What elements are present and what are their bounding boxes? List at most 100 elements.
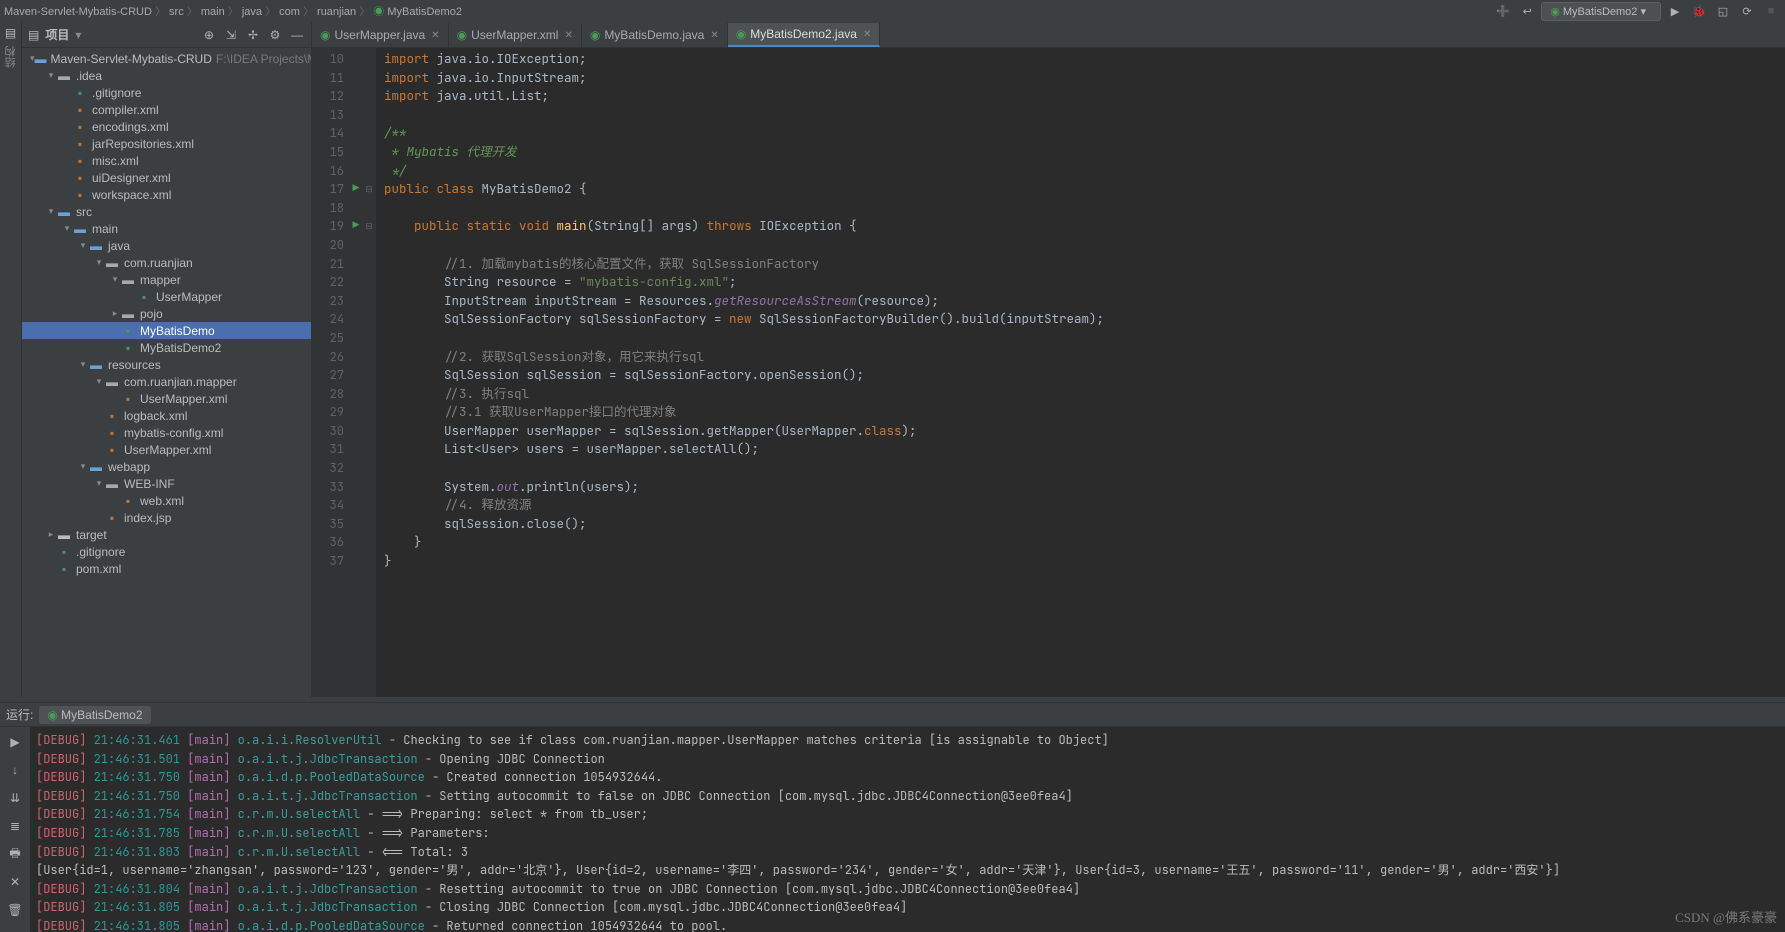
nav-back-icon[interactable]: ↩ — [1517, 1, 1537, 21]
close-icon[interactable]: ✕ — [710, 30, 718, 41]
tree-icon: ▪ — [104, 409, 120, 423]
tree-item[interactable]: ▾▬WEB-INF — [22, 475, 311, 492]
clear-icon[interactable]: ✕ — [4, 871, 26, 893]
tree-item[interactable]: ▾▬mapper — [22, 271, 311, 288]
tree-item[interactable]: ▾▬resources — [22, 356, 311, 373]
tree-item[interactable]: ▪compiler.xml — [22, 101, 311, 118]
tree-item[interactable]: ▾▬Maven-Servlet-Mybatis-CRUDF:\IDEA Proj… — [22, 50, 311, 67]
collapse-all-icon[interactable]: ✢ — [245, 27, 261, 43]
tree-icon: ▬ — [120, 307, 136, 321]
debug-icon[interactable]: 🐞 — [1689, 1, 1709, 21]
tree-item[interactable]: ▪UserMapper.xml — [22, 441, 311, 458]
tree-item[interactable]: ▪UserMapper — [22, 288, 311, 305]
file-icon: ◉ — [320, 28, 330, 42]
tree-item[interactable]: ▪web.xml — [22, 492, 311, 509]
tree-item[interactable]: ▪pom.xml — [22, 560, 311, 577]
expand-all-icon[interactable]: ⇲ — [223, 27, 239, 43]
run-label: 运行: — [6, 706, 33, 723]
tree-icon: ▪ — [104, 426, 120, 440]
run-gutter[interactable]: ▶▶ — [350, 48, 362, 697]
breadcrumb-item[interactable]: com — [279, 6, 300, 18]
tree-item[interactable]: ▸▬pojo — [22, 305, 311, 322]
breadcrumb-bar: Maven-Servlet-Mybatis-CRUD 〉 src 〉 main … — [0, 0, 1785, 22]
run-toolbar: ▶ ↓ ⇊ ≣ 🖶 ✕ 🗑 — [0, 727, 30, 932]
stop-run-icon[interactable]: ↓ — [4, 759, 26, 781]
trash-icon[interactable]: 🗑 — [4, 899, 26, 921]
stop-icon[interactable]: ■ — [1761, 1, 1781, 21]
tree-item[interactable]: ▾▬webapp — [22, 458, 311, 475]
editor-tab[interactable]: ◉MyBatisDemo.java✕ — [582, 23, 728, 47]
breadcrumb-item[interactable]: java — [242, 6, 262, 18]
rerun-icon[interactable]: ▶ — [4, 731, 26, 753]
code-editor[interactable]: 10 11 12 13 14 15 16 17 18 19 20 21 22 2… — [312, 48, 1785, 697]
tree-item[interactable]: ▾▬com.ruanjian.mapper — [22, 373, 311, 390]
tree-icon: ▬ — [72, 222, 88, 236]
tree-item[interactable]: ▾▬com.ruanjian — [22, 254, 311, 271]
tree-item[interactable]: ▪logback.xml — [22, 407, 311, 424]
tree-item[interactable]: ▪misc.xml — [22, 152, 311, 169]
tree-item[interactable]: ▪MyBatisDemo — [22, 322, 311, 339]
tree-item[interactable]: ▪index.jsp — [22, 509, 311, 526]
line-numbers: 10 11 12 13 14 15 16 17 18 19 20 21 22 2… — [312, 48, 350, 697]
tree-icon: ▬ — [104, 375, 120, 389]
fold-gutter[interactable]: ⊟⊟ — [362, 48, 376, 697]
run-icon[interactable]: ▶ — [1665, 1, 1685, 21]
tree-item[interactable]: ▾▬main — [22, 220, 311, 237]
project-tool-icon[interactable]: ▤ — [5, 26, 16, 40]
run-config-dropdown[interactable]: ◉ MyBatisDemo2 ▾ — [1541, 2, 1661, 21]
breadcrumb-item[interactable]: src — [169, 6, 184, 18]
tree-icon: ▪ — [72, 120, 88, 134]
close-icon[interactable]: ✕ — [564, 30, 572, 41]
editor-tab[interactable]: ◉UserMapper.java✕ — [312, 23, 449, 47]
run-config-tab[interactable]: ◉ MyBatisDemo2 — [39, 706, 150, 724]
tree-item[interactable]: ▪encodings.xml — [22, 118, 311, 135]
scroll-end-icon[interactable]: ⇊ — [4, 787, 26, 809]
breadcrumb-item[interactable]: main — [201, 6, 225, 18]
tree-item[interactable]: ▪MyBatisDemo2 — [22, 339, 311, 356]
breadcrumb-item[interactable]: Maven-Servlet-Mybatis-CRUD — [4, 6, 152, 18]
coverage-icon[interactable]: ◱ — [1713, 1, 1733, 21]
tree-icon: ▪ — [104, 443, 120, 457]
tree-item[interactable]: ▪UserMapper.xml — [22, 390, 311, 407]
print-icon[interactable]: 🖶 — [4, 843, 26, 865]
close-icon[interactable]: ✕ — [431, 30, 439, 41]
tree-item[interactable]: ▪.gitignore — [22, 543, 311, 560]
tree-item[interactable]: ▪mybatis-config.xml — [22, 424, 311, 441]
tree-icon: ▪ — [72, 103, 88, 117]
breadcrumb-item[interactable]: ruanjian — [317, 6, 356, 18]
project-tree[interactable]: ▾▬Maven-Servlet-Mybatis-CRUDF:\IDEA Proj… — [22, 48, 311, 697]
tree-item[interactable]: ▾▬src — [22, 203, 311, 220]
select-opened-icon[interactable]: ⊕ — [201, 27, 217, 43]
console-output[interactable]: [DEBUG] 21:46:31.461 [main] o.a.i.i.Reso… — [30, 727, 1785, 932]
tree-item[interactable]: ▸▬target — [22, 526, 311, 543]
tree-item[interactable]: ▪workspace.xml — [22, 186, 311, 203]
tree-item[interactable]: ▪.gitignore — [22, 84, 311, 101]
editor-tab[interactable]: ◉UserMapper.xml✕ — [449, 23, 582, 47]
tree-icon: ▪ — [56, 545, 72, 559]
code-content[interactable]: import java.io.IOException; import java.… — [376, 48, 1785, 697]
tree-item[interactable]: ▾▬java — [22, 237, 311, 254]
tree-item[interactable]: ▪jarRepositories.xml — [22, 135, 311, 152]
settings-icon[interactable]: ⚙ — [267, 27, 283, 43]
tree-icon: ▪ — [72, 137, 88, 151]
tree-item[interactable]: ▾▬.idea — [22, 67, 311, 84]
hide-icon[interactable]: — — [289, 27, 305, 43]
editor-tab[interactable]: ◉MyBatisDemo2.java✕ — [728, 23, 881, 47]
tree-icon: ▬ — [120, 273, 136, 287]
tree-icon: ▪ — [72, 86, 88, 100]
profile-icon[interactable]: ⟳ — [1737, 1, 1757, 21]
tree-icon: ▪ — [72, 188, 88, 202]
tree-item[interactable]: ▪uiDesigner.xml — [22, 169, 311, 186]
structure-label[interactable]: 结构 — [3, 46, 19, 68]
tree-icon: ▪ — [104, 511, 120, 525]
close-icon[interactable]: ✕ — [863, 29, 871, 40]
tree-icon: ▪ — [56, 562, 72, 576]
breadcrumb-item[interactable]: ◉ MyBatisDemo2 — [373, 6, 462, 18]
soft-wrap-icon[interactable]: ≣ — [4, 815, 26, 837]
tree-icon: ▪ — [120, 392, 136, 406]
project-icon: ▤ — [28, 28, 39, 42]
tree-icon: ▬ — [56, 69, 72, 83]
tree-icon: ▪ — [72, 154, 88, 168]
add-config-icon[interactable]: ➕ — [1493, 1, 1513, 21]
tree-icon: ▬ — [104, 477, 120, 491]
